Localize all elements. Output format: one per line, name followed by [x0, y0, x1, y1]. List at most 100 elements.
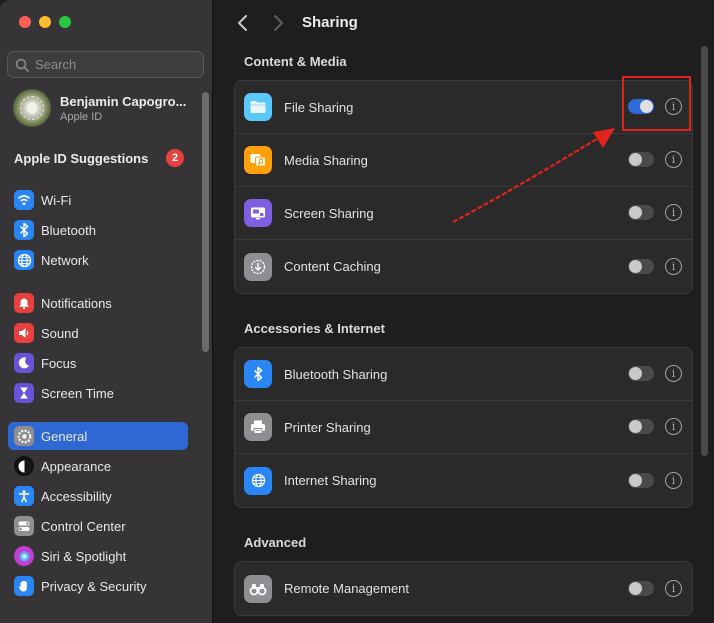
sidebar-item-label: Sound [41, 325, 79, 341]
info-icon[interactable]: i [665, 579, 682, 597]
annotation-highlight-box [622, 76, 691, 131]
sidebar-item-label: Wi-Fi [41, 192, 72, 208]
setting-label: Bluetooth Sharing [284, 366, 388, 382]
sidebar-item-notifications[interactable]: Notifications [8, 289, 188, 317]
sidebar-item-privacy-security[interactable]: Privacy & Security [8, 572, 188, 600]
sidebar-item-label: Focus [41, 355, 77, 371]
search-icon [15, 58, 29, 72]
toggle-switch[interactable] [628, 152, 654, 167]
back-button[interactable] [236, 14, 250, 32]
bell-icon [14, 293, 34, 313]
zoom-window-button[interactable] [59, 16, 71, 28]
forward-button[interactable] [271, 14, 285, 32]
setting-row-remote-management: Remote Management i [235, 562, 692, 615]
bluetooth-icon [14, 220, 34, 240]
globe-icon [14, 250, 34, 270]
setting-label: Screen Sharing [284, 205, 374, 221]
page-title: Sharing [302, 14, 358, 31]
setting-label: Media Sharing [284, 152, 368, 168]
sidebar-item-network[interactable]: Network [8, 246, 188, 274]
sidebar: Benjamin Capogro... Apple ID Apple ID Su… [0, 0, 213, 623]
sidebar-item-sound[interactable]: Sound [8, 319, 188, 347]
toggle-switch[interactable] [628, 419, 654, 434]
sidebar-scrollbar[interactable] [202, 92, 209, 352]
hand-icon [14, 576, 34, 596]
minimize-window-button[interactable] [39, 16, 51, 28]
sidebar-item-label: General [41, 428, 88, 444]
sidebar-item-label: Notifications [41, 295, 112, 311]
apple-id-profile[interactable]: Benjamin Capogro... Apple ID [13, 88, 198, 128]
settings-group: Bluetooth Sharing i Printer Sharing i Intern… [234, 347, 693, 508]
profile-subtitle: Apple ID [60, 110, 103, 123]
toggle-switch[interactable] [628, 366, 654, 381]
sidebar-item-wi-fi[interactable]: Wi-Fi [8, 186, 188, 214]
binoculars-icon [244, 574, 272, 603]
window-controls [19, 16, 71, 28]
section-header: Content & Media [244, 54, 347, 69]
sidebar-item-general[interactable]: General [8, 422, 188, 450]
info-icon[interactable]: i [665, 418, 682, 435]
speaker-icon [14, 323, 34, 343]
avatar [13, 89, 51, 127]
setting-row-bluetooth-sharing: Bluetooth Sharing i [235, 348, 692, 401]
toggle-switch[interactable] [628, 472, 654, 488]
gear-icon [14, 426, 34, 446]
sidebar-item-label: Appearance [41, 458, 112, 474]
siri-icon [14, 546, 34, 566]
setting-label: Content Caching [284, 259, 381, 274]
info-icon[interactable]: i [665, 151, 682, 168]
sidebar-item-focus[interactable]: Focus [8, 349, 188, 377]
profile-name: Benjamin Capogro... [60, 93, 187, 109]
folder-icon [244, 93, 272, 121]
info-icon[interactable]: i [665, 365, 682, 382]
section-header: Accessories & Internet [244, 321, 385, 336]
toggle-switch[interactable] [628, 258, 654, 274]
toggle-switch[interactable] [628, 580, 654, 596]
sidebar-item-control-center[interactable]: Control Center [8, 512, 188, 540]
accessibility-icon [14, 486, 34, 506]
control-center-icon [14, 516, 34, 536]
sidebar-item-label: Control Center [41, 518, 126, 534]
info-icon[interactable]: i [665, 471, 682, 489]
screen-sharing-icon [244, 199, 272, 227]
main-scrollbar[interactable] [701, 46, 708, 456]
moon-icon [14, 353, 34, 373]
toggle-switch[interactable] [628, 205, 654, 220]
sidebar-item-label: Siri & Spotlight [41, 548, 127, 564]
sidebar-item-label: Privacy & Security [41, 578, 147, 594]
info-icon[interactable]: i [665, 257, 682, 275]
apple-id-suggestions-label: Apple ID Suggestions [14, 150, 149, 166]
info-icon[interactable]: i [665, 204, 682, 221]
settings-group: Remote Management i [234, 561, 693, 616]
setting-row-internet-sharing: Internet Sharing i [235, 454, 692, 507]
settings-window: Benjamin Capogro... Apple ID Apple ID Su… [0, 0, 714, 623]
sidebar-item-label: Accessibility [41, 488, 112, 504]
suggestions-count-badge: 2 [166, 149, 184, 167]
sidebar-item-siri-spotlight[interactable]: Siri & Spotlight [8, 542, 188, 570]
sidebar-item-bluetooth[interactable]: Bluetooth [8, 216, 188, 244]
main-pane: Sharing Content & Media File Sharing i Medi… [213, 0, 714, 623]
setting-row-media-sharing: Media Sharing i [235, 134, 692, 187]
setting-row-printer-sharing: Printer Sharing i [235, 401, 692, 454]
search-input[interactable] [35, 57, 195, 72]
sidebar-item-appearance[interactable]: Appearance [8, 452, 188, 480]
setting-label: Remote Management [284, 581, 410, 596]
setting-row-content-caching: Content Caching i [235, 240, 692, 293]
wifi-icon [14, 190, 34, 210]
printer-icon [244, 413, 272, 441]
sidebar-item-screen-time[interactable]: Screen Time [8, 379, 188, 407]
sidebar-item-label: Screen Time [41, 385, 114, 401]
download-icon [244, 252, 272, 281]
setting-label: Internet Sharing [284, 473, 377, 488]
section-header: Advanced [244, 535, 307, 550]
media-icon [244, 146, 272, 174]
apple-id-suggestions[interactable]: Apple ID Suggestions 2 [14, 148, 184, 168]
setting-row-screen-sharing: Screen Sharing i [235, 187, 692, 240]
bluetooth-icon [244, 360, 272, 388]
sidebar-item-label: Bluetooth [41, 222, 96, 238]
close-window-button[interactable] [19, 16, 31, 28]
sidebar-item-accessibility[interactable]: Accessibility [8, 482, 188, 510]
hourglass-icon [14, 383, 34, 403]
setting-label: Printer Sharing [284, 419, 371, 435]
search-field[interactable] [7, 51, 204, 78]
